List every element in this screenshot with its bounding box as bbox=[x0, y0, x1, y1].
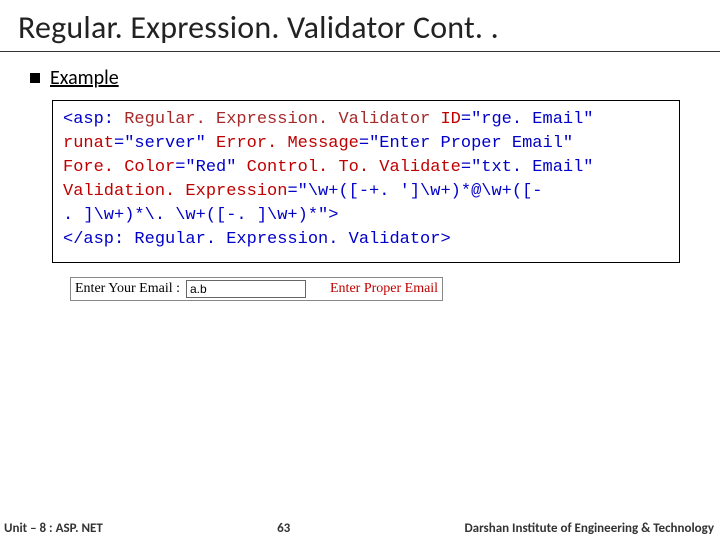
slide-title: Regular. Expression. Validator Cont. . bbox=[0, 0, 720, 52]
code-token: Control. To. Validate bbox=[247, 158, 461, 177]
example-label: Enter Your Email : bbox=[75, 281, 180, 297]
validation-error: Enter Proper Email bbox=[330, 281, 438, 297]
code-token: Regular. Expression. Validator bbox=[114, 110, 440, 129]
code-token: Fore. Color bbox=[63, 158, 175, 177]
slide-footer: Unit – 8 : ASP. NET 63 Darshan Institute… bbox=[0, 517, 720, 540]
code-token: ="server" bbox=[114, 134, 216, 153]
code-token: ="\w+([-+. ']\w+)*@\w+([- bbox=[287, 182, 542, 201]
code-token: ="Enter Proper Email" bbox=[359, 134, 573, 153]
example-form: Enter Your Email : a.b Enter Proper Emai… bbox=[70, 277, 443, 301]
section-label: Example bbox=[0, 66, 720, 90]
code-token: ="txt. Email" bbox=[461, 158, 594, 177]
code-token: </asp: Regular. Expression. Validator> bbox=[63, 230, 451, 249]
footer-left: Unit – 8 : ASP. NET bbox=[4, 521, 103, 536]
code-token: . ]\w+)*\. \w+([-. ]\w+)*"> bbox=[63, 206, 338, 225]
footer-right: Darshan Institute of Engineering & Techn… bbox=[464, 521, 714, 536]
email-field[interactable]: a.b bbox=[186, 280, 306, 298]
section-label-text: Example bbox=[50, 66, 119, 90]
footer-page-number: 63 bbox=[277, 521, 290, 536]
code-token: <asp: bbox=[63, 110, 114, 129]
code-token: Validation. Expression bbox=[63, 182, 287, 201]
code-token: ="Red" bbox=[175, 158, 246, 177]
code-token: ID bbox=[440, 110, 460, 129]
code-token: runat bbox=[63, 134, 114, 153]
code-token: ="rge. Email" bbox=[461, 110, 594, 129]
code-token: Error. Message bbox=[216, 134, 359, 153]
code-block: <asp: Regular. Expression. Validator ID=… bbox=[52, 100, 680, 263]
